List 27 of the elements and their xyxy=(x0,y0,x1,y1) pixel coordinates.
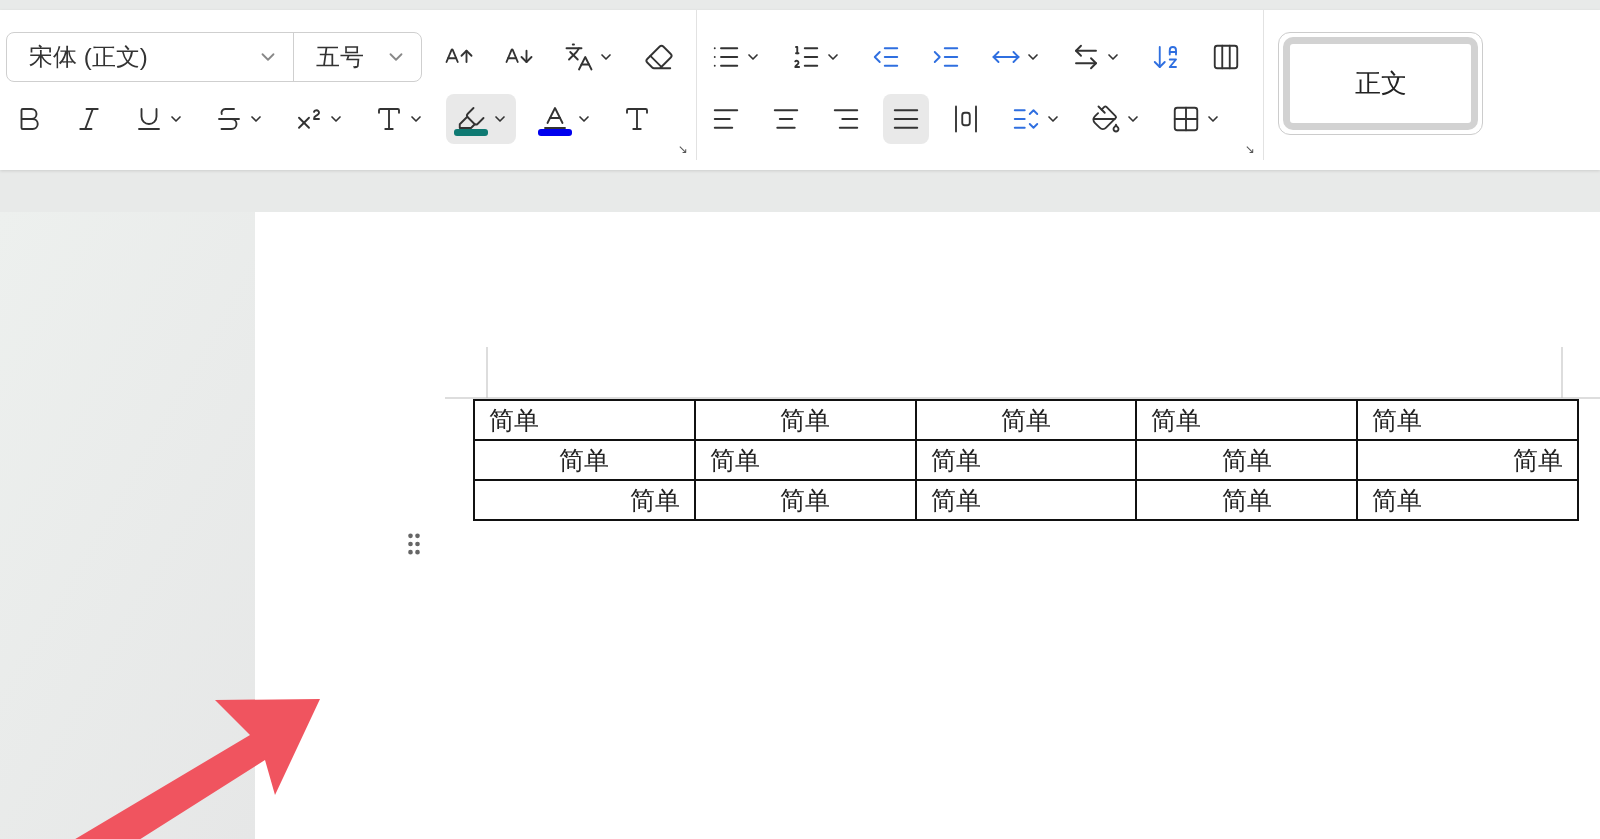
borders-icon xyxy=(1171,104,1201,134)
highlight-button[interactable] xyxy=(446,94,516,144)
table-cell: 简单 xyxy=(694,440,916,480)
table-cell: 简单 xyxy=(1136,480,1358,520)
style-card[interactable]: 正文 xyxy=(1278,32,1483,135)
table-cell: 简单 xyxy=(915,400,1137,440)
table-cell: 简单 xyxy=(1357,480,1578,520)
paint-bucket-icon xyxy=(1091,104,1121,134)
font-select[interactable]: 宋体 (正文) xyxy=(7,33,293,81)
eraser-icon xyxy=(644,42,674,72)
table-cell: 简单 xyxy=(694,400,916,440)
table-cell: 简单 xyxy=(474,480,695,520)
table-cell: 简单 xyxy=(1136,440,1358,480)
dialog-launcher[interactable]: ↘ xyxy=(1244,142,1255,156)
dialog-launcher[interactable]: ↘ xyxy=(677,142,688,156)
table-cell: 简单 xyxy=(1136,400,1358,440)
table-cell: 简单 xyxy=(1357,400,1578,440)
table-cell: 简单 xyxy=(915,440,1137,480)
table-cell: 简单 xyxy=(1357,440,1578,480)
table-cell: 简单 xyxy=(474,440,695,480)
justify-button[interactable] xyxy=(883,94,929,144)
table-cell: 简单 xyxy=(694,480,916,520)
table-cell: 简单 xyxy=(474,400,695,440)
table-cell: 简单 xyxy=(915,480,1137,520)
size-select[interactable]: 五号 xyxy=(293,33,421,81)
pinyin-icon xyxy=(564,42,594,72)
columns-icon xyxy=(1211,42,1241,72)
